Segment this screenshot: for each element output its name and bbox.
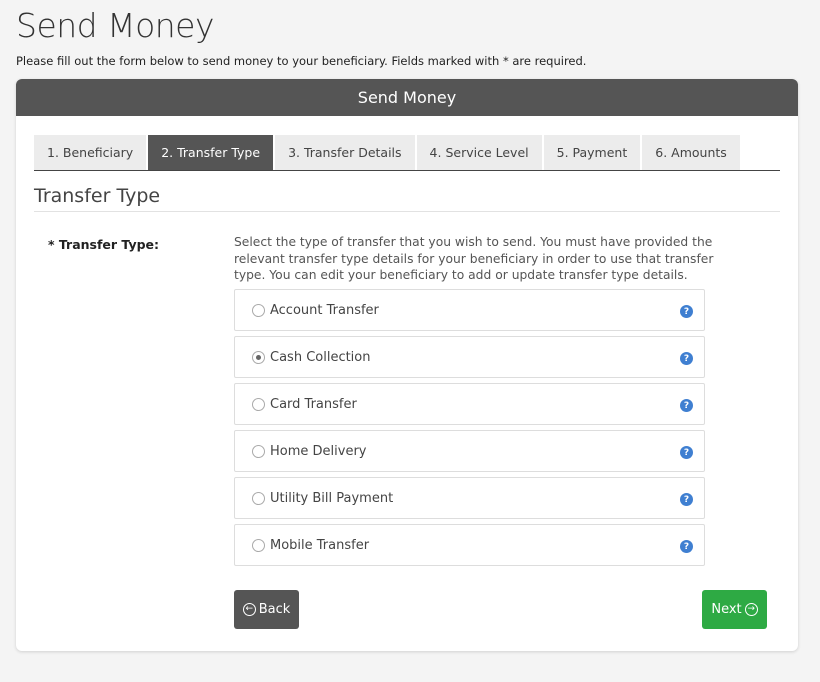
option-mobile-transfer[interactable]: Mobile Transfer ? [234, 524, 705, 566]
section-title: Transfer Type [34, 185, 161, 207]
tab-transfer-details[interactable]: 3. Transfer Details [275, 135, 415, 170]
transfer-type-help-text: Select the type of transfer that you wis… [234, 235, 714, 282]
option-label: Account Transfer [270, 302, 379, 318]
page-intro: Please fill out the form below to send m… [16, 54, 587, 68]
radio-button[interactable] [252, 397, 265, 411]
option-card-transfer[interactable]: Card Transfer ? [234, 383, 705, 425]
back-button-label: Back [258, 602, 291, 617]
next-button[interactable]: Next → [702, 590, 767, 629]
help-icon[interactable]: ? [680, 540, 693, 553]
arrow-right-circle-icon: → [744, 603, 758, 616]
tab-amounts[interactable]: 6. Amounts [642, 135, 740, 170]
next-button-label: Next [711, 602, 742, 617]
back-button[interactable]: ← Back [234, 590, 299, 629]
radio-button[interactable] [252, 538, 265, 552]
radio-button[interactable] [252, 444, 265, 458]
transfer-type-options: Account Transfer ? Cash Collection ? Car… [234, 289, 705, 571]
wizard-tabs: 1. Beneficiary 2. Transfer Type 3. Trans… [34, 135, 780, 171]
option-label: Cash Collection [270, 349, 371, 365]
help-icon[interactable]: ? [680, 352, 693, 365]
radio-button[interactable] [252, 350, 265, 364]
radio-button[interactable] [252, 303, 265, 317]
help-icon[interactable]: ? [680, 305, 693, 318]
transfer-type-label: * Transfer Type: [48, 237, 160, 252]
option-label: Home Delivery [270, 443, 367, 459]
option-label: Mobile Transfer [270, 537, 370, 553]
help-icon[interactable]: ? [680, 399, 693, 412]
tab-payment[interactable]: 5. Payment [543, 135, 641, 170]
option-home-delivery[interactable]: Home Delivery ? [234, 430, 705, 472]
option-label: Utility Bill Payment [270, 490, 394, 506]
help-icon[interactable]: ? [680, 446, 693, 459]
section-divider [34, 211, 780, 212]
tab-beneficiary[interactable]: 1. Beneficiary [34, 135, 147, 170]
option-label: Card Transfer [270, 396, 357, 412]
help-icon[interactable]: ? [680, 493, 693, 506]
page-title: Send Money [16, 6, 215, 45]
tab-transfer-type[interactable]: 2. Transfer Type [148, 135, 274, 170]
arrow-left-circle-icon: ← [242, 603, 256, 616]
option-cash-collection[interactable]: Cash Collection ? [234, 336, 705, 378]
option-account-transfer[interactable]: Account Transfer ? [234, 289, 705, 331]
send-money-card: Send Money 1. Beneficiary 2. Transfer Ty… [16, 79, 798, 651]
radio-button[interactable] [252, 491, 265, 505]
card-header: Send Money [16, 79, 798, 116]
option-utility-bill-payment[interactable]: Utility Bill Payment ? [234, 477, 705, 519]
tab-service-level[interactable]: 4. Service Level [416, 135, 542, 170]
